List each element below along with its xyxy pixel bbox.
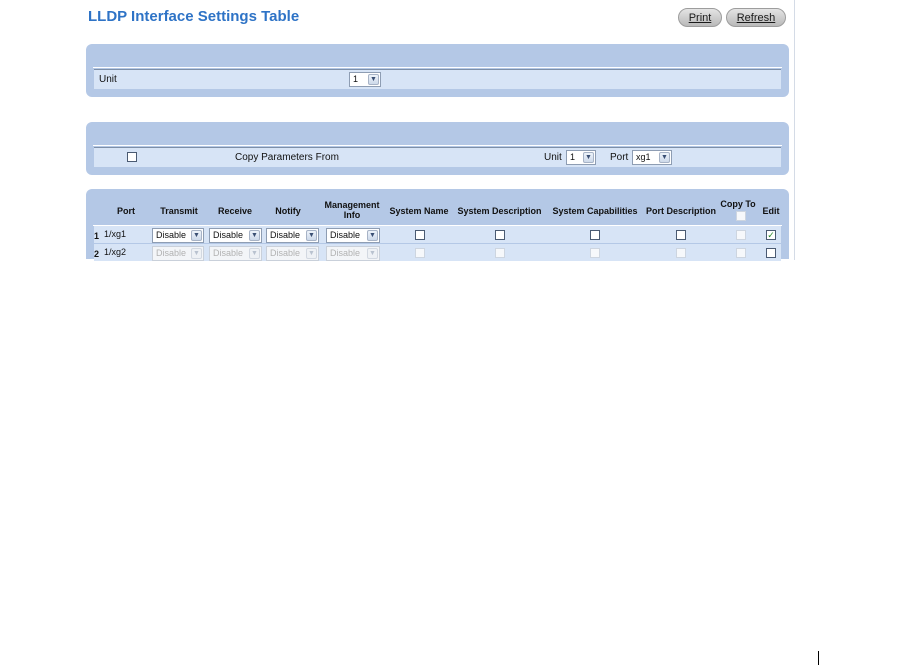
chevron-down-icon: ▼: [191, 230, 202, 241]
col-header-system-description: System Description: [457, 206, 542, 216]
row-number: 1: [94, 231, 100, 241]
chevron-down-icon: ▼: [191, 248, 202, 259]
copy-unit-label: Unit: [544, 152, 562, 163]
system-capabilities-checkbox[interactable]: [590, 248, 600, 258]
port-description-checkbox[interactable]: [676, 230, 686, 240]
unit-panel: Unit 1 ▼: [86, 44, 789, 97]
chevron-down-icon: ▼: [306, 230, 317, 241]
system-name-checkbox[interactable]: [415, 248, 425, 258]
port-cell: 1/xg2: [104, 247, 127, 257]
system-description-checkbox[interactable]: [495, 248, 505, 258]
chevron-down-icon: ▼: [367, 230, 378, 241]
col-header-port: Port: [117, 206, 135, 216]
notify-select[interactable]: Disable ▼: [266, 228, 319, 243]
chevron-down-icon: ▼: [659, 152, 670, 163]
unit-label: Unit: [99, 74, 117, 85]
copy-unit-select[interactable]: 1 ▼: [566, 150, 596, 165]
transmit-select[interactable]: Disable ▼: [152, 246, 204, 261]
copy-to-all-checkbox[interactable]: [736, 211, 746, 221]
col-header-system-capabilities: System Capabilities: [552, 206, 638, 216]
col-header-copy-to: Copy To: [720, 199, 756, 209]
col-header-port-description: Port Description: [645, 206, 716, 216]
page-marker: [818, 651, 819, 665]
receive-select[interactable]: Disable ▼: [209, 228, 262, 243]
frame-divider: [794, 0, 795, 260]
receive-select[interactable]: Disable ▼: [209, 246, 262, 261]
edit-checkbox[interactable]: ✓: [766, 230, 776, 240]
notify-select[interactable]: Disable ▼: [266, 246, 319, 261]
row-number: 2: [94, 249, 100, 259]
col-header-system-name: System Name: [389, 206, 449, 216]
print-button[interactable]: Print: [678, 8, 722, 27]
chevron-down-icon: ▼: [368, 74, 379, 85]
management-info-select[interactable]: Disable ▼: [326, 246, 380, 261]
copy-port-select[interactable]: xg1 ▼: [632, 150, 672, 165]
copy-to-checkbox[interactable]: [736, 248, 746, 258]
system-description-checkbox[interactable]: [495, 230, 505, 240]
copy-parameters-row: Copy Parameters From Unit 1 ▼ Port xg1 ▼: [94, 147, 781, 167]
page-title: LLDP Interface Settings Table: [88, 8, 300, 25]
col-header-edit: Edit: [762, 206, 780, 216]
edit-checkbox[interactable]: [766, 248, 776, 258]
chevron-down-icon: ▼: [249, 248, 260, 259]
system-name-checkbox[interactable]: [415, 230, 425, 240]
chevron-down-icon: ▼: [583, 152, 594, 163]
system-capabilities-checkbox[interactable]: [590, 230, 600, 240]
management-info-select[interactable]: Disable ▼: [326, 228, 380, 243]
copy-parameters-label: Copy Parameters From: [235, 152, 339, 163]
chevron-down-icon: ▼: [367, 248, 378, 259]
port-cell: 1/xg1: [104, 229, 127, 239]
interface-table: Port Transmit Receive Notify Management …: [86, 189, 789, 261]
copy-port-label: Port: [610, 152, 629, 163]
checkmark-icon: ✓: [767, 230, 775, 240]
refresh-button[interactable]: Refresh: [726, 8, 786, 27]
unit-row: Unit 1 ▼: [94, 69, 781, 89]
chevron-down-icon: ▼: [306, 248, 317, 259]
col-header-management-info: Management Info: [324, 200, 380, 220]
col-header-notify: Notify: [275, 206, 301, 216]
port-description-checkbox[interactable]: [676, 248, 686, 258]
copy-to-checkbox[interactable]: [736, 230, 746, 240]
col-header-transmit: Transmit: [160, 206, 198, 216]
transmit-select[interactable]: Disable ▼: [152, 228, 204, 243]
chevron-down-icon: ▼: [249, 230, 260, 241]
unit-select[interactable]: 1 ▼: [349, 72, 381, 87]
copy-parameters-checkbox[interactable]: [127, 152, 137, 162]
copy-parameters-panel: Copy Parameters From Unit 1 ▼ Port xg1 ▼: [86, 122, 789, 175]
col-header-receive: Receive: [217, 206, 253, 216]
